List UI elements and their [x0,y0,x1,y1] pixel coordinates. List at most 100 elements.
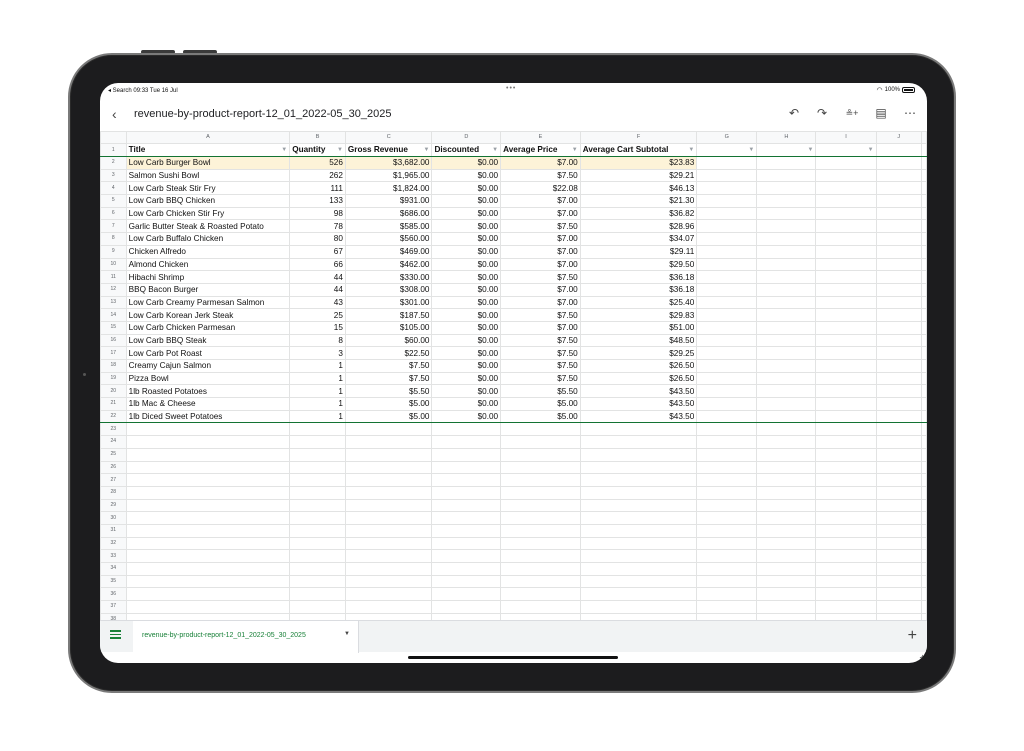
table-cell[interactable]: $43.50 [579,397,698,411]
table-cell[interactable]: 1 [289,397,346,411]
row-number[interactable]: 3 [100,168,127,183]
table-cell[interactable]: 44 [289,282,346,297]
filter-icon[interactable]: ▼ [868,145,874,156]
empty-cell[interactable] [921,346,927,360]
table-cell[interactable]: $7.00 [500,232,581,246]
empty-cell[interactable] [125,460,291,475]
empty-cell[interactable] [696,346,758,360]
empty-cell[interactable] [125,435,291,449]
empty-cell[interactable] [875,168,923,183]
corner-cell[interactable] [100,131,127,144]
empty-cell[interactable] [696,612,758,620]
empty-cell[interactable] [921,409,927,424]
table-cell[interactable]: $7.50 [500,371,581,386]
empty-cell[interactable] [875,295,923,310]
table-cell[interactable]: $0.00 [431,295,502,310]
row-number[interactable]: 36 [100,587,127,602]
empty-cell[interactable] [696,587,758,602]
empty-cell[interactable] [579,574,698,589]
empty-cell[interactable] [756,498,817,513]
column-title-cell[interactable]: ▼ [756,143,817,157]
empty-cell[interactable] [815,308,877,322]
empty-cell[interactable] [431,549,502,563]
empty-cell[interactable] [756,485,817,500]
empty-cell[interactable] [875,447,923,462]
empty-cell[interactable] [756,232,817,246]
empty-cell[interactable] [756,333,817,348]
empty-cell[interactable] [500,498,581,513]
table-cell[interactable]: $5.00 [344,397,433,411]
column-title-cell[interactable] [921,143,927,157]
table-cell[interactable]: $21.30 [579,194,698,208]
empty-cell[interactable] [344,460,433,475]
table-cell[interactable]: 1lb Mac & Cheese [125,397,291,411]
empty-cell[interactable] [756,371,817,386]
table-cell[interactable]: $29.25 [579,346,698,360]
row-number[interactable]: 25 [100,447,127,462]
empty-cell[interactable] [921,511,927,525]
empty-cell[interactable] [431,435,502,449]
empty-cell[interactable] [756,549,817,563]
empty-cell[interactable] [921,536,927,551]
empty-cell[interactable] [875,612,923,620]
empty-cell[interactable] [875,384,923,399]
empty-cell[interactable] [815,333,877,348]
table-cell[interactable]: $585.00 [344,219,433,234]
table-cell[interactable]: $0.00 [431,194,502,208]
table-cell[interactable]: $7.00 [500,320,581,335]
table-cell[interactable]: Low Carb Burger Bowl [125,156,291,170]
empty-cell[interactable] [696,156,758,170]
row-number[interactable]: 9 [100,244,127,259]
empty-cell[interactable] [696,447,758,462]
row-number[interactable]: 35 [100,574,127,589]
row-number[interactable]: 37 [100,600,127,614]
table-cell[interactable]: $0.00 [431,359,502,373]
empty-cell[interactable] [125,562,291,576]
table-cell[interactable]: $0.00 [431,397,502,411]
table-cell[interactable]: Almond Chicken [125,257,291,272]
empty-cell[interactable] [756,460,817,475]
empty-cell[interactable] [875,409,923,424]
empty-cell[interactable] [696,549,758,563]
empty-cell[interactable] [921,460,927,475]
empty-cell[interactable] [815,549,877,563]
empty-cell[interactable] [875,536,923,551]
comment-icon[interactable]: ▤ [873,106,889,120]
empty-cell[interactable] [921,308,927,322]
empty-cell[interactable] [921,168,927,183]
table-cell[interactable]: $5.00 [344,409,433,424]
empty-cell[interactable] [815,460,877,475]
empty-cell[interactable] [815,320,877,335]
empty-cell[interactable] [815,232,877,246]
empty-cell[interactable] [875,523,923,538]
table-cell[interactable]: Low Carb Steak Stir Fry [125,181,291,196]
empty-cell[interactable] [579,498,698,513]
table-cell[interactable]: $0.00 [431,232,502,246]
empty-cell[interactable] [344,549,433,563]
empty-cell[interactable] [815,473,877,487]
table-cell[interactable]: $5.50 [344,384,433,399]
table-cell[interactable]: $7.00 [500,257,581,272]
table-cell[interactable]: 1lb Diced Sweet Potatoes [125,409,291,424]
empty-cell[interactable] [875,511,923,525]
empty-cell[interactable] [344,498,433,513]
empty-cell[interactable] [921,244,927,259]
column-header-d[interactable]: D [431,131,502,144]
empty-cell[interactable] [756,435,817,449]
empty-cell[interactable] [579,447,698,462]
empty-cell[interactable] [344,523,433,538]
empty-cell[interactable] [431,460,502,475]
row-number[interactable]: 21 [100,397,127,411]
empty-cell[interactable] [756,574,817,589]
empty-cell[interactable] [875,587,923,602]
empty-cell[interactable] [696,194,758,208]
empty-cell[interactable] [344,485,433,500]
share-person-icon[interactable]: ≗+ [844,108,860,119]
column-header-a[interactable]: A [125,131,291,144]
table-cell[interactable]: 1 [289,371,346,386]
empty-cell[interactable] [125,498,291,513]
row-number[interactable]: 33 [100,549,127,563]
row-number[interactable]: 12 [100,282,127,297]
undo-icon[interactable]: ↶ [786,106,802,120]
empty-cell[interactable] [875,219,923,234]
